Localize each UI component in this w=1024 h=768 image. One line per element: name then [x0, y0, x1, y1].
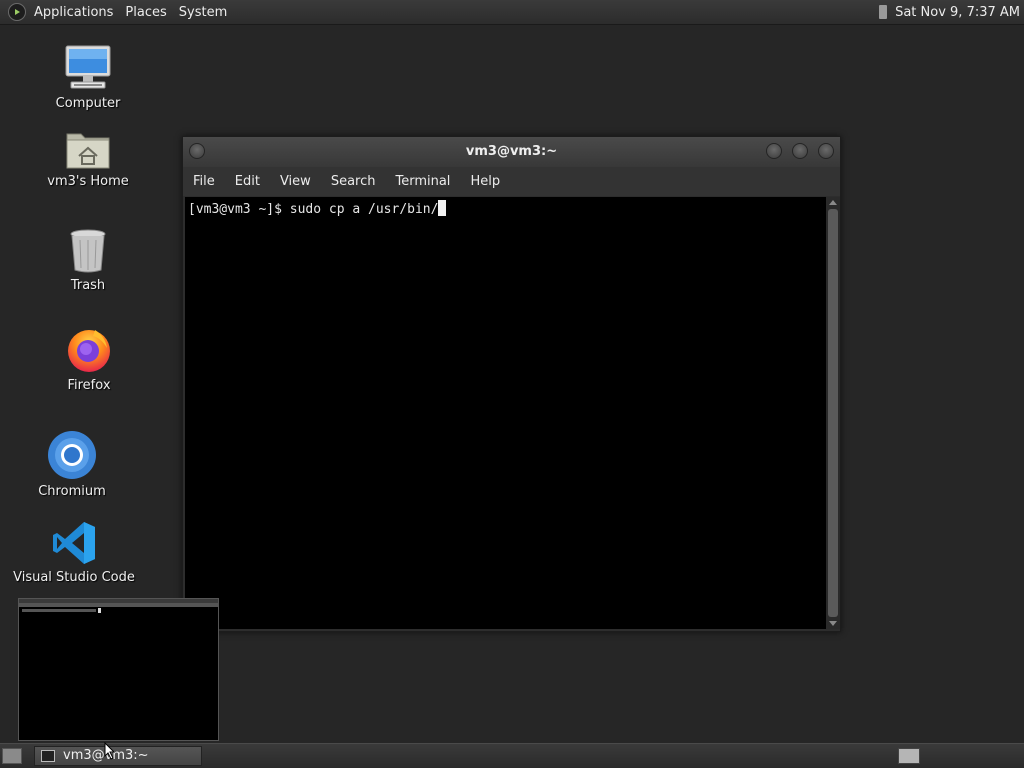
window-title: vm3@vm3:~: [465, 144, 558, 159]
distro-logo-icon[interactable]: [8, 3, 26, 21]
panel-applet-icon: [879, 5, 888, 19]
firefox-icon: [68, 330, 110, 372]
window-preview-thumbnail[interactable]: [18, 598, 219, 741]
command-text: [vm3@vm3 ~]$ sudo cp a /usr/bin/: [188, 202, 439, 217]
menu-applications[interactable]: Applications: [28, 5, 119, 20]
close-button[interactable]: [818, 143, 834, 159]
prompt-line: [vm3@vm3 ~]$ sudo cp a /usr/bin/: [188, 200, 447, 217]
desktop-icon-label: Trash: [70, 278, 106, 293]
mouse-pointer-icon: [104, 742, 116, 760]
workspace-switcher[interactable]: [898, 748, 920, 764]
scroll-up-icon[interactable]: [829, 200, 837, 205]
desktop-icon-vscode[interactable]: Visual Studio Code: [9, 520, 139, 585]
menu-search[interactable]: Search: [321, 174, 386, 189]
desktop-icon-firefox[interactable]: Firefox: [24, 326, 154, 393]
terminal-menubar: File Edit View Search Terminal Help: [183, 167, 840, 196]
desktop-icon-computer[interactable]: Computer: [23, 44, 153, 111]
window-titlebar[interactable]: vm3@vm3:~: [183, 137, 840, 167]
menu-view[interactable]: View: [270, 174, 321, 189]
home-folder-icon: [66, 133, 110, 169]
menu-edit[interactable]: Edit: [225, 174, 270, 189]
desktop-icon-label: Computer: [55, 96, 121, 111]
clock-area: Sat Nov 9, 7:37 AM: [879, 0, 1024, 24]
preview-prompt-line: [22, 609, 96, 612]
bottom-panel: vm3@vm3:~: [0, 743, 1024, 768]
desktop-icon-trash[interactable]: Trash: [23, 228, 153, 293]
terminal-output[interactable]: [vm3@vm3 ~]$ sudo cp a /usr/bin/: [185, 197, 826, 629]
chromium-icon: [48, 431, 96, 479]
preview-menubar: [19, 603, 218, 607]
menu-terminal[interactable]: Terminal: [385, 174, 460, 189]
desktop-icon-label: Chromium: [38, 484, 106, 499]
window-menu-icon[interactable]: [189, 143, 205, 159]
maximize-button[interactable]: [792, 143, 808, 159]
terminal-icon: [41, 750, 55, 762]
menu-system[interactable]: System: [173, 5, 233, 20]
clock[interactable]: Sat Nov 9, 7:37 AM: [889, 5, 1020, 20]
menu-help[interactable]: Help: [460, 174, 510, 189]
terminal-window[interactable]: vm3@vm3:~ File Edit View Search Terminal…: [182, 136, 841, 632]
trash-icon: [70, 229, 106, 273]
text-cursor: [438, 200, 447, 216]
desktop-icon-label: Firefox: [67, 378, 111, 393]
scroll-thumb[interactable]: [828, 209, 838, 617]
vscode-icon: [53, 522, 95, 564]
menu-places[interactable]: Places: [119, 5, 172, 20]
desktop-icon-home[interactable]: vm3's Home: [23, 128, 153, 189]
minimize-button[interactable]: [766, 143, 782, 159]
scrollbar[interactable]: [826, 197, 840, 629]
desktop-icon-chromium[interactable]: Chromium: [7, 430, 137, 499]
show-desktop-icon[interactable]: [2, 748, 22, 764]
desktop-icon-label: vm3's Home: [47, 174, 129, 189]
scroll-down-icon[interactable]: [829, 621, 837, 626]
preview-cursor: [98, 608, 101, 613]
computer-icon: [65, 45, 111, 89]
desktop-icon-label: Visual Studio Code: [13, 570, 135, 585]
top-panel: Applications Places System Sat Nov 9, 7:…: [0, 0, 1024, 25]
menu-file[interactable]: File: [183, 174, 225, 189]
taskbar-item-terminal[interactable]: vm3@vm3:~: [34, 746, 202, 766]
